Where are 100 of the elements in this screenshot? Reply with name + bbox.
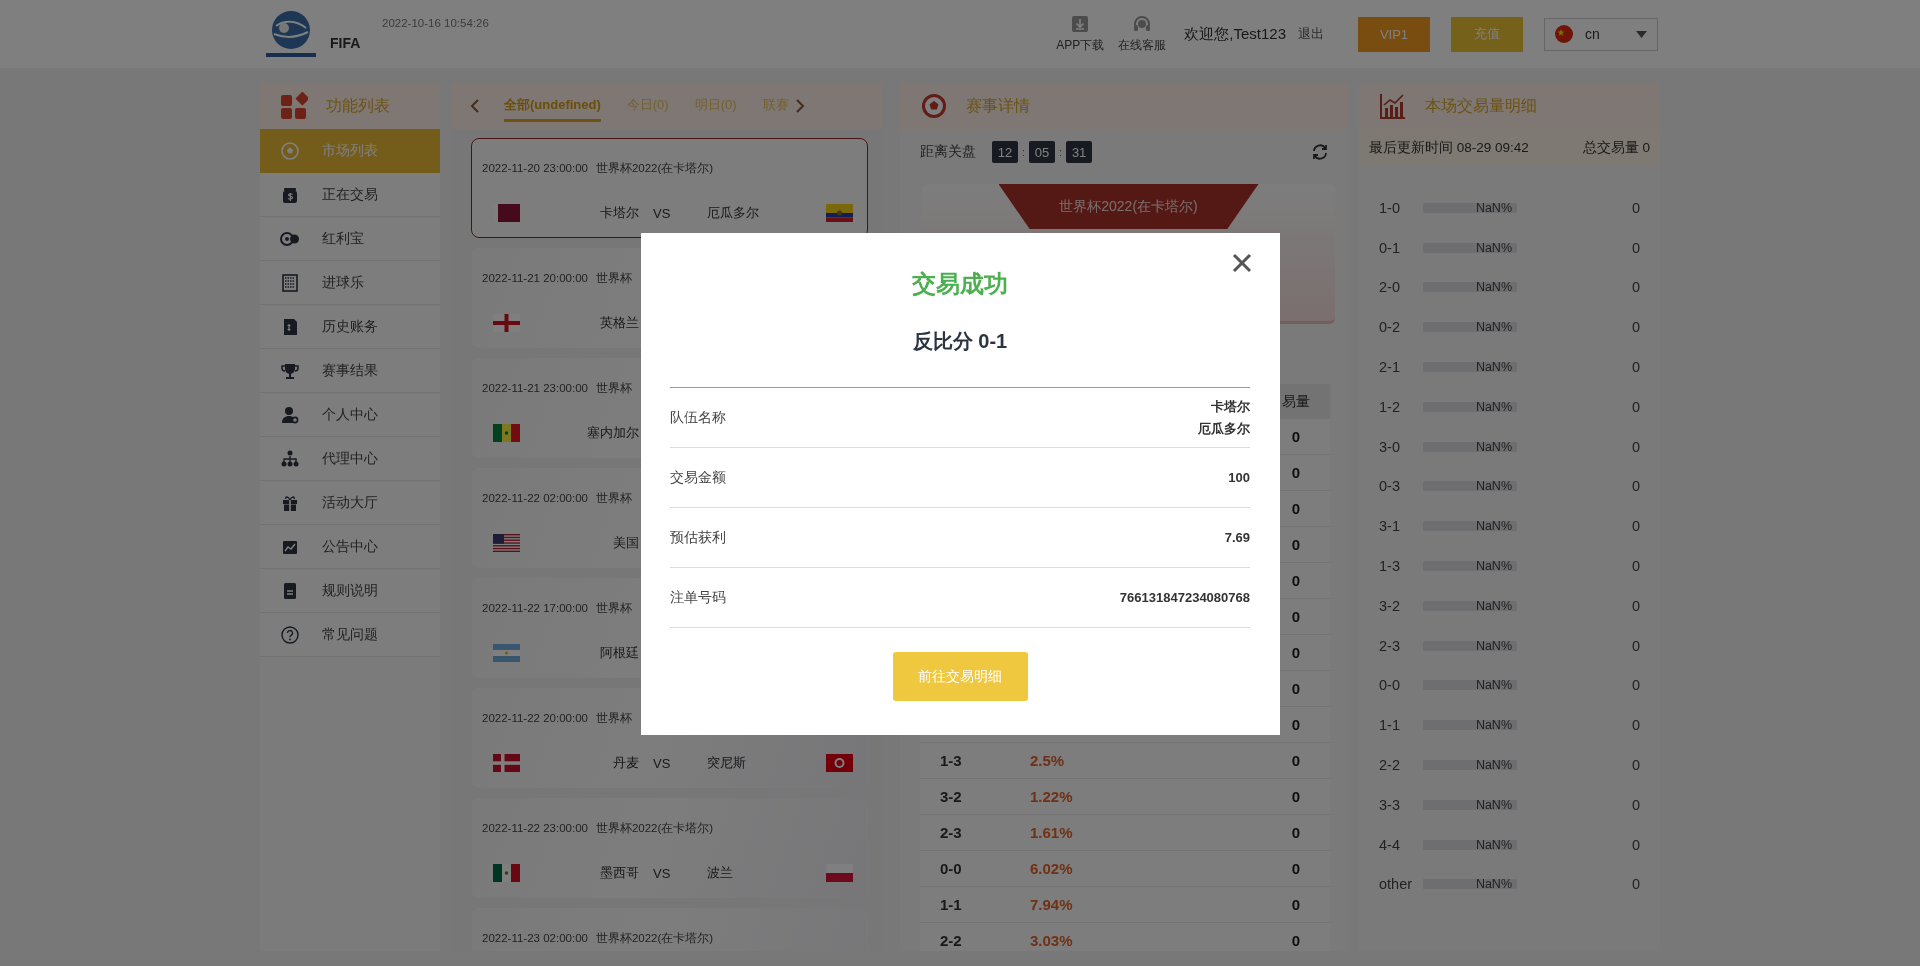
volume-value: 0 (1631, 597, 1640, 614)
soccer-ball-icon (920, 92, 948, 120)
flag-icon (493, 534, 520, 552)
home-team: 美国 (612, 534, 639, 552)
flag-icon (826, 864, 853, 882)
volume-value: 0 (1631, 796, 1640, 813)
panel-title: 本场交易量明细 (1425, 95, 1537, 116)
home-team: 卡塔尔 (599, 204, 639, 222)
grid-icon (280, 92, 308, 120)
volume-value: 0 (1631, 558, 1640, 575)
chevron-left-icon[interactable] (468, 98, 482, 114)
flag-icon (493, 754, 520, 772)
away-team: 突尼斯 (707, 754, 747, 772)
flag-icon (826, 204, 853, 222)
download-icon (1070, 14, 1091, 34)
score-label: 2-1 (1379, 359, 1401, 376)
bet-type: 反比分 0-1 (912, 329, 1008, 354)
home-team: 塞内加尔 (586, 424, 639, 442)
panel-title: 赛事详情 (966, 95, 1030, 116)
score-cell: 1-3 (940, 752, 962, 769)
odds-cell: 1.22% (1030, 788, 1073, 805)
match-time: 2022-11-22 17:00:00 (482, 602, 588, 614)
vs-text: VS (653, 755, 672, 771)
volume-cell: 0 (1291, 644, 1300, 661)
datetime-text: 2022-10-16 10:54:26 (382, 17, 489, 29)
volume-cell: 0 (1291, 824, 1300, 841)
match-time: 2022-11-21 23:00:00 (482, 382, 588, 394)
score-cell: 1-1 (940, 896, 962, 913)
soccer-ball-icon (280, 140, 300, 161)
match-card[interactable]: 2022-11-22 23:00:00 世界杯2022(在卡塔尔) 墨西哥 VS 波兰 (471, 798, 868, 898)
volume-cell: 0 (1291, 572, 1300, 589)
vs-text: VS (653, 205, 672, 221)
league-name: 世界杯 (595, 490, 632, 506)
league-name: 世界杯 (595, 380, 632, 396)
dialog-title: 交易成功 (912, 269, 1008, 299)
league-banner: 世界杯2022(在卡塔尔) (998, 184, 1259, 229)
vs-text: VS (653, 865, 672, 881)
score-label: 1-1 (1379, 717, 1401, 734)
welcome-text: 欢迎您,Test123 (1184, 24, 1286, 44)
volume-value: 0 (1631, 836, 1640, 853)
score-cell: 2-2 (940, 932, 962, 949)
volume-cell: 0 (1291, 428, 1300, 445)
countdown-digit: 31 (1066, 141, 1093, 163)
league-name: 世界杯2022(在卡塔尔) (595, 160, 714, 176)
volume-value: 0 (1631, 199, 1640, 216)
caret-icon (1636, 30, 1647, 38)
app-download-link[interactable]: APP下载 (1056, 14, 1105, 54)
score-cell: 0-0 (940, 860, 962, 877)
match-time: 2022-11-22 02:00:00 (482, 492, 588, 504)
volume-value: 0 (1631, 279, 1640, 296)
time-separator: : (1022, 146, 1026, 158)
flag-icon (493, 314, 520, 332)
volume-value: 0 (1631, 876, 1640, 893)
customer-service-link[interactable]: 在线客服 (1118, 14, 1167, 54)
match-card[interactable]: 2022-11-23 02:00:00 世界杯2022(在卡塔尔) (471, 908, 868, 951)
user-gear-icon (280, 404, 300, 425)
language-select[interactable]: cn (1544, 17, 1658, 51)
score-label: other (1379, 876, 1414, 893)
field-value: 卡塔尔 (1211, 397, 1250, 416)
odds-cell: 3.03% (1030, 932, 1073, 949)
volume-value: 0 (1631, 637, 1640, 654)
flag-icon (493, 644, 520, 662)
score-label: 2-0 (1379, 279, 1401, 296)
field-value: 766131847234080768 (1119, 590, 1250, 605)
volume-cell: 0 (1291, 860, 1300, 877)
field-value: 7.69 (1224, 530, 1250, 545)
time-separator: : (1059, 146, 1063, 158)
score-label: 1-2 (1379, 398, 1401, 415)
away-team: 波兰 (707, 864, 734, 882)
odds-cell: 7.94% (1030, 896, 1073, 913)
score-label: 3-0 (1379, 438, 1401, 455)
score-label: 0-3 (1379, 478, 1401, 495)
odds-cell: 1.61% (1030, 824, 1073, 841)
match-time: 2022-11-22 20:00:00 (482, 712, 588, 724)
score-label: 1-3 (1379, 558, 1401, 575)
match-card[interactable]: 2022-11-20 23:00:00 世界杯2022(在卡塔尔) 卡塔尔 VS 厄瓜多尔 (471, 138, 868, 238)
refresh-icon[interactable] (1311, 143, 1329, 161)
score-label: 3-1 (1379, 518, 1401, 535)
score-cell: 2-3 (940, 824, 962, 841)
bar-chart-icon (1379, 92, 1407, 120)
score-label: 3-2 (1379, 597, 1401, 614)
league-name: 世界杯2022(在卡塔尔) (595, 930, 714, 946)
league-name: 世界杯2022(在卡塔尔) (595, 820, 714, 836)
volume-value: 0 (1631, 478, 1640, 495)
volume-value: 0 (1631, 359, 1640, 376)
field-value: 厄瓜多尔 (1198, 419, 1250, 438)
volume-cell: 0 (1291, 680, 1300, 697)
match-time: 2022-11-22 23:00:00 (482, 822, 588, 834)
logout-link[interactable]: 退出 (1298, 25, 1324, 43)
hierarchy-icon (280, 448, 300, 469)
score-label: 0-1 (1379, 239, 1401, 256)
close-icon[interactable] (1232, 253, 1252, 273)
volume-value: 0 (1631, 319, 1640, 336)
field-label: 预估获利 (670, 528, 726, 547)
volume-cell: 0 (1291, 536, 1300, 553)
volume-value: 0 (1631, 757, 1640, 774)
countdown-digit: 05 (1029, 141, 1056, 163)
league-name: 世界杯 (595, 600, 632, 616)
volume-value: 0 (1631, 717, 1640, 734)
score-label: 3-3 (1379, 796, 1401, 813)
